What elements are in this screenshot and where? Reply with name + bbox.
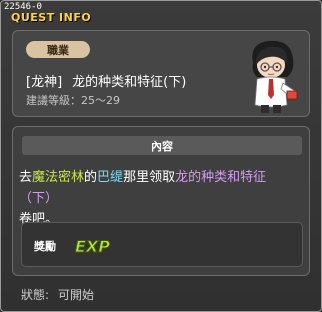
exp-icon[interactable]: EXP (74, 234, 111, 257)
desc-text-3: 那里领取 (123, 170, 176, 185)
location-name: 魔法密林 (32, 170, 85, 185)
required-level: 建議等級：25～29 (26, 92, 120, 108)
npc-name: 巴缇 (97, 170, 124, 185)
required-level-value: 25～29 (81, 94, 120, 107)
quest-title: 龙的种类和特征(下) (72, 75, 187, 90)
window-title[interactable]: QUEST INFO (11, 11, 91, 24)
desc-text-2: 的 (84, 170, 98, 185)
status-value: 可開始 (58, 288, 95, 302)
desc-text-1: 去 (19, 170, 33, 185)
quest-info-window: 22546-0 QUEST INFO 職業 [龙神] 龙的种类和特征(下) 建議等… (0, 0, 322, 312)
reward-box: 獎勵 EXP (21, 222, 303, 267)
quest-description: 去魔法密林的巴缇那里领取龙的种类和特征（下） 卷吧。 (19, 167, 305, 230)
exp-label: EXP (75, 237, 110, 256)
quest-name: [龙神] 龙的种类和特征(下) (26, 71, 186, 90)
job-badge: 職業 (26, 41, 90, 58)
required-level-label: 建議等級： (26, 94, 81, 107)
quest-content-panel: 內容 去魔法密林的巴缇那里领取龙的种类和特征（下） 卷吧。 獎勵 EXP (12, 126, 310, 276)
npc-scholar-portrait-icon (252, 40, 298, 113)
reward-label: 獎勵 (34, 240, 56, 253)
content-header: 內容 (22, 136, 302, 155)
quest-info-panel: 職業 [龙神] 龙的种类和特征(下) 建議等級：25～29 (12, 30, 310, 117)
quest-status: 狀態: 可開始 (21, 286, 94, 303)
status-label: 狀態: (21, 288, 50, 302)
quest-category: [龙神] (26, 75, 63, 90)
